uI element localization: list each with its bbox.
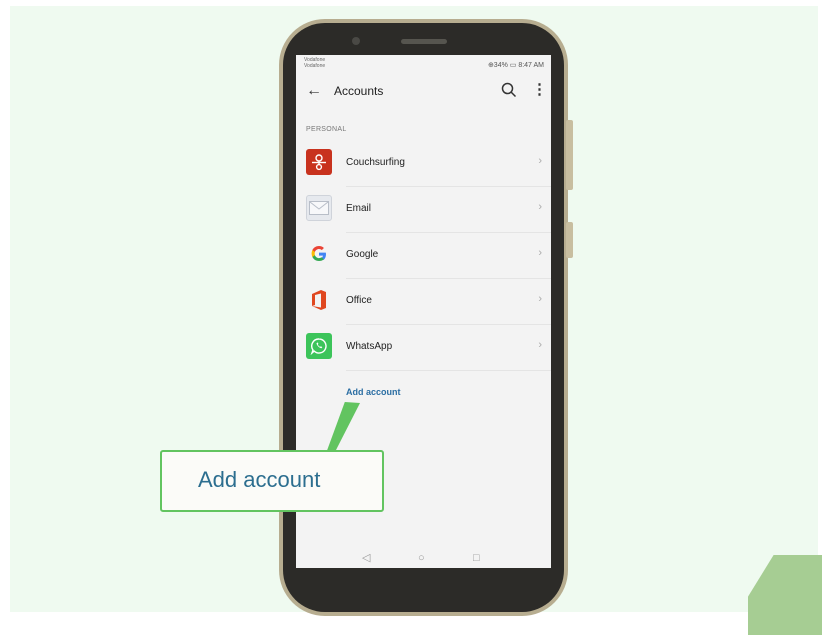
whatsapp-icon (306, 333, 332, 359)
system-nav-bar: ◁ ○ □ (296, 549, 551, 568)
account-label: Couchsurfing (346, 157, 405, 168)
section-header: PERSONAL (306, 126, 347, 133)
add-account-link[interactable]: Add account (346, 387, 401, 397)
account-label: Google (346, 249, 379, 260)
callout-box: Add account (160, 450, 384, 512)
account-label: Email (346, 203, 372, 214)
chevron-right-icon: › (538, 293, 542, 305)
couchsurfing-icon (306, 149, 332, 175)
carrier-label-2: Vodafone (304, 63, 326, 69)
nav-home-icon[interactable]: ○ (418, 549, 425, 568)
page-title: Accounts (334, 84, 384, 98)
email-icon (306, 195, 332, 221)
account-row-couchsurfing[interactable]: Couchsurfing › (296, 141, 551, 187)
chevron-right-icon: › (538, 201, 542, 213)
earpiece-speaker (401, 39, 447, 44)
chevron-right-icon: › (538, 339, 542, 351)
arrow-left-icon[interactable]: ← (306, 83, 322, 99)
account-row-google[interactable]: Google › (296, 233, 551, 279)
app-bar: ← Accounts ⋮ (296, 75, 551, 109)
account-label: Office (346, 295, 372, 306)
power-button (566, 222, 573, 258)
divider (346, 370, 551, 371)
chevron-right-icon: › (538, 247, 542, 259)
nav-back-icon[interactable]: ◁ (362, 549, 370, 568)
callout-text: Add account (198, 467, 321, 492)
account-row-whatsapp[interactable]: WhatsApp › (296, 325, 551, 371)
office-icon (306, 287, 332, 313)
account-label: WhatsApp (346, 341, 393, 352)
search-icon[interactable] (500, 81, 518, 99)
more-vertical-icon[interactable]: ⋮ (532, 81, 547, 99)
front-camera (352, 37, 360, 45)
status-indicators: ⊕34% ▭ 8:47 AM (487, 62, 544, 69)
status-bar: Vodafone Vodafone ⊕34% ▭ 8:47 AM (296, 55, 551, 75)
volume-button (566, 120, 573, 190)
account-row-office[interactable]: Office › (296, 279, 551, 325)
chevron-right-icon: › (538, 155, 542, 167)
nav-recent-icon[interactable]: □ (473, 549, 480, 568)
account-row-email[interactable]: Email › (296, 187, 551, 233)
google-icon (306, 241, 332, 267)
